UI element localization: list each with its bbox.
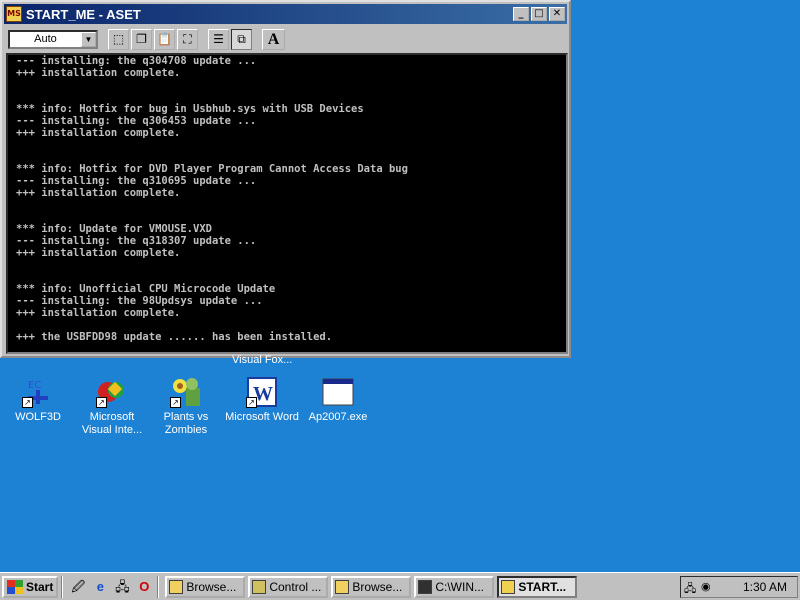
shortcut-arrow-icon: ↗ (170, 397, 181, 408)
folder-icon (335, 579, 350, 594)
background-icon[interactable]: ⧉ (231, 28, 252, 50)
copy-icon[interactable]: ❐ (131, 28, 152, 50)
visual-interdev-icon: ↗ (96, 376, 128, 408)
title-bar[interactable]: MS START_ME - ASET _ □ ✕ (4, 4, 567, 24)
task-label: Browse... (186, 579, 237, 594)
system-tray: 🖧 ◉ 1:30 AM (680, 575, 798, 598)
shortcut-arrow-icon: ↗ (22, 397, 33, 408)
windows-logo-icon (7, 579, 23, 594)
wolf3d-icon: EC ↗ (22, 376, 54, 408)
font-icon[interactable]: A (262, 28, 285, 50)
ms-dos-icon[interactable]: MS (6, 6, 22, 22)
show-desktop-icon[interactable]: 🖉 (68, 577, 88, 597)
icon-label: Microsoft Word (225, 411, 299, 423)
speaker-tray-icon[interactable]: ◉ (701, 580, 715, 594)
start-label: Start (26, 579, 54, 594)
desktop-icon-wolf3d[interactable]: EC ↗ WOLF3D (0, 376, 76, 424)
window-title: START_ME - ASET (26, 6, 141, 22)
network-tray-icon[interactable]: 🖧 (684, 580, 698, 595)
task-label: Browse... (352, 579, 403, 594)
task-browse-1[interactable]: Browse... (165, 575, 246, 598)
taskbar: Start 🖉 e 🖧 O Browse... Control ... Brow… (0, 572, 800, 600)
font-size-select[interactable]: Auto ▼ (8, 29, 98, 49)
desktop-icon-visual-interdev[interactable]: ↗ Microsoft Visual Inte... (74, 376, 150, 437)
shortcut-arrow-icon: ↗ (96, 397, 107, 408)
full-screen-icon[interactable]: ⛶ (177, 28, 198, 50)
task-cwin[interactable]: C:\WIN... (414, 575, 495, 598)
task-label: START... (518, 579, 567, 594)
task-label: C:\WIN... (435, 579, 485, 594)
word-icon: W ↗ (246, 376, 278, 408)
desktop-icon-plants-vs-zombies[interactable]: ↗ Plants vs Zombies (148, 376, 224, 437)
icon-label: WOLF3D (15, 411, 61, 423)
toolbar: Auto ▼ ⬚ ❐ 📋 ⛶ ☰ ⧉ A (4, 26, 567, 52)
folder-icon (169, 579, 184, 594)
ms-dos-icon (501, 579, 516, 594)
font-size-value: Auto (34, 33, 57, 45)
properties-icon[interactable]: ☰ (208, 28, 229, 50)
close-button[interactable]: ✕ (549, 7, 565, 21)
icon-label: Plants vs Zombies (163, 411, 209, 436)
task-start-me[interactable]: START... (497, 575, 578, 598)
exe-window-icon (322, 376, 354, 408)
desktop-icon-label-partial: Visual Fox... (232, 354, 293, 366)
desktop-icon-microsoft-word[interactable]: W ↗ Microsoft Word (224, 376, 300, 424)
svg-text:EC: EC (28, 380, 41, 391)
paste-icon[interactable]: 📋 (154, 28, 175, 50)
clock[interactable]: 1:30 AM (743, 580, 787, 594)
control-panel-icon (252, 579, 267, 594)
internet-explorer-icon[interactable]: e (90, 577, 110, 597)
task-control-panel[interactable]: Control ... (248, 575, 329, 598)
network-icon[interactable]: 🖧 (112, 577, 132, 597)
desktop-icon-ap2007[interactable]: Ap2007.exe (300, 376, 376, 424)
opera-icon[interactable]: O (134, 577, 154, 597)
task-label: Control ... (269, 579, 322, 594)
maximize-button[interactable]: □ (531, 7, 547, 21)
chevron-down-icon[interactable]: ▼ (81, 31, 96, 47)
icon-label: Ap2007.exe (308, 411, 368, 423)
console-text: --- installing: the q304708 update ... +… (16, 55, 408, 343)
shortcut-arrow-icon: ↗ (246, 397, 257, 408)
start-button[interactable]: Start (2, 575, 59, 598)
mark-icon[interactable]: ⬚ (108, 28, 129, 50)
plants-vs-zombies-icon: ↗ (170, 376, 202, 408)
console-output[interactable]: --- installing: the q304708 update ... +… (6, 53, 568, 354)
icon-label: Microsoft Visual Inte... (81, 411, 143, 436)
7zip-icon (418, 579, 433, 594)
minimize-button[interactable]: _ (513, 7, 529, 21)
task-browse-2[interactable]: Browse... (331, 575, 412, 598)
aset-window: MS START_ME - ASET _ □ ✕ Auto ▼ ⬚ ❐ 📋 ⛶ … (0, 0, 571, 358)
